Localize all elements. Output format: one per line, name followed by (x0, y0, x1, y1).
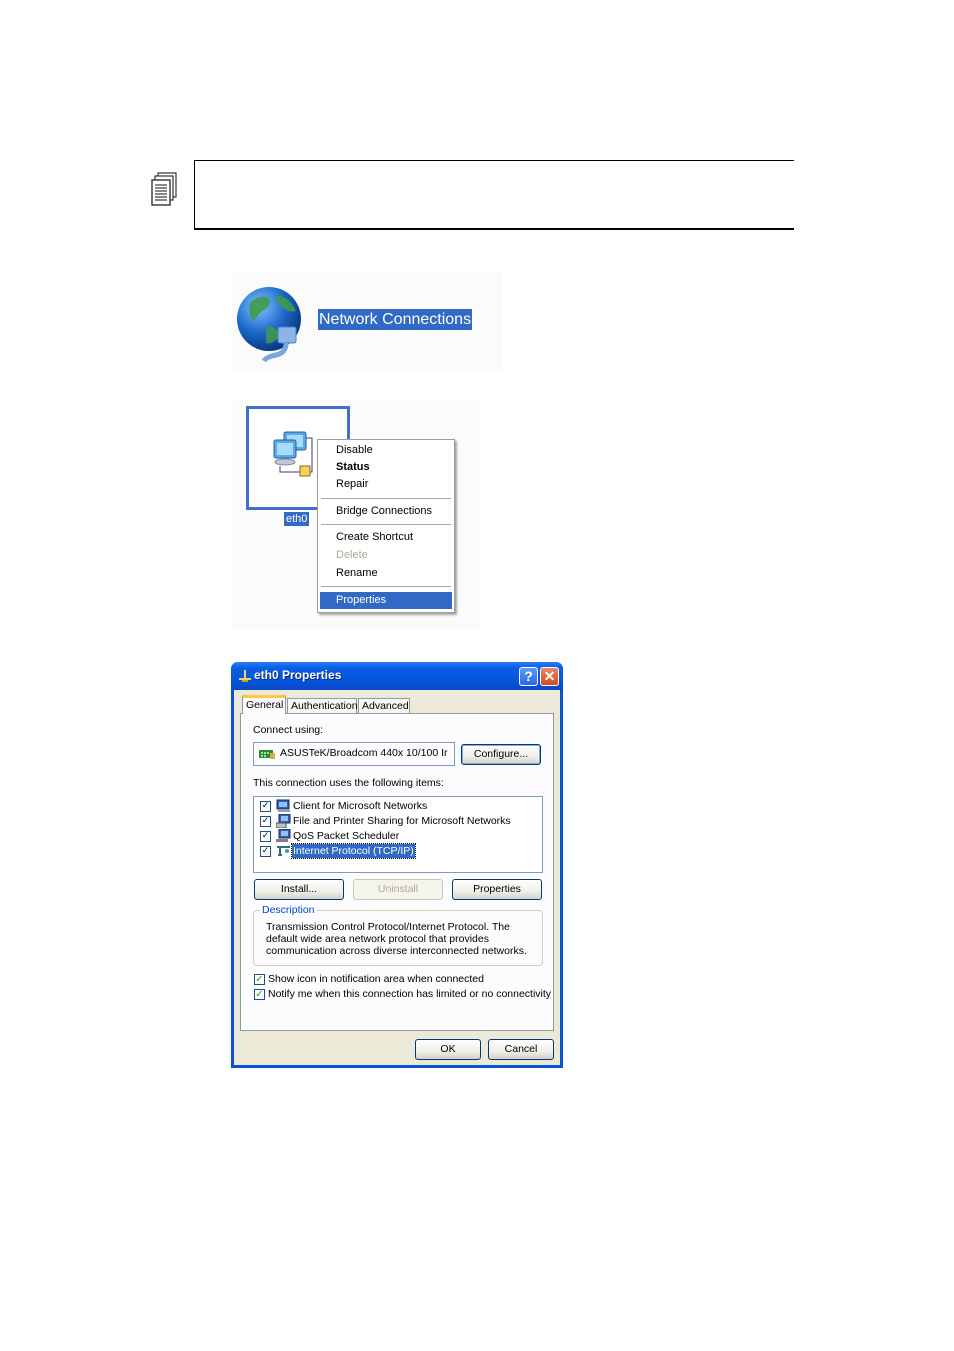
uninstall-button-label: Uninstall (377, 883, 419, 895)
menu-item-rename[interactable]: Rename (320, 565, 452, 582)
menu-item-bridge-connections[interactable]: Bridge Connections (320, 503, 452, 520)
eth0-properties-dialog: eth0 Properties ? ✕ General Authenticati… (231, 662, 563, 1068)
dialog-title-bar[interactable]: eth0 Properties ? ✕ (231, 662, 563, 690)
cancel-button[interactable]: Cancel (488, 1039, 554, 1060)
tcpip-protocol-icon (277, 846, 290, 856)
dialog-client-area: General Authentication Advanced Connect … (234, 690, 560, 1065)
configure-button-label: Configure... (473, 748, 529, 760)
item-label: QoS Packet Scheduler (293, 830, 400, 842)
notes-pages-icon (151, 172, 177, 206)
menu-separator (321, 524, 451, 525)
tab-general[interactable]: General (242, 695, 286, 714)
cancel-button-label: Cancel (504, 1043, 538, 1055)
items-label: This connection uses the following items… (253, 777, 444, 789)
menu-item-create-shortcut[interactable]: Create Shortcut (320, 529, 452, 546)
menu-item-disable[interactable]: Disable (320, 442, 452, 459)
item-label: File and Printer Sharing for Microsoft N… (293, 815, 511, 827)
install-button[interactable]: Install... (254, 879, 344, 900)
close-button[interactable]: ✕ (540, 667, 559, 686)
notify-label[interactable]: Notify me when this connection has limit… (268, 988, 551, 1000)
notify-checkbox[interactable]: ✓ (254, 989, 265, 1000)
network-plug-icon (239, 670, 251, 682)
show-icon-checkbox[interactable]: ✓ (254, 974, 265, 985)
menu-separator (321, 498, 451, 499)
connect-using-label: Connect using: (253, 724, 324, 736)
adapter-field: ASUSTeK/Broadcom 440x 10/100 Ir (253, 742, 455, 766)
menu-item-properties[interactable]: Properties (320, 592, 452, 609)
network-globe-icon[interactable] (236, 283, 310, 363)
network-card-icon (259, 750, 275, 759)
description-text: Transmission Control Protocol/Internet P… (266, 921, 527, 957)
show-icon-label[interactable]: Show icon in notification area when conn… (268, 973, 484, 985)
item-checkbox[interactable]: ✓ (260, 816, 271, 827)
network-computers-icon[interactable] (270, 430, 322, 482)
menu-separator (321, 586, 451, 587)
item-label: Internet Protocol (TCP/IP) (291, 843, 416, 859)
general-tab-panel: Connect using: ASUSTeK/Broadcom 440x 10/… (240, 713, 554, 1031)
install-button-label: Install... (280, 883, 318, 895)
connection-name-label[interactable]: eth0 (284, 512, 310, 526)
properties-button[interactable]: Properties (452, 879, 542, 900)
note-box (194, 160, 794, 230)
item-checkbox[interactable]: ✓ (260, 801, 271, 812)
ok-button-label: OK (440, 1043, 456, 1055)
ok-button[interactable]: OK (415, 1039, 481, 1060)
properties-button-label: Properties (473, 883, 521, 895)
description-legend: Description (260, 904, 317, 916)
tab-advanced[interactable]: Advanced (358, 698, 410, 714)
menu-item-delete: Delete (336, 549, 368, 561)
item-checkbox[interactable]: ✓ (260, 846, 271, 857)
file-printer-sharing-icon (276, 814, 291, 828)
context-menu: Disable Status Repair Bridge Connections… (317, 439, 455, 613)
item-checkbox[interactable]: ✓ (260, 831, 271, 842)
qos-scheduler-icon (276, 829, 291, 842)
components-list[interactable]: ✓ Client for Microsoft Networks ✓ File a… (253, 796, 543, 873)
dialog-title: eth0 Properties (254, 668, 342, 682)
network-connections-label[interactable]: Network Connections (318, 309, 473, 330)
menu-item-status[interactable]: Status (320, 459, 452, 476)
uninstall-button: Uninstall (353, 879, 443, 900)
configure-button[interactable]: Configure... (461, 744, 541, 765)
client-network-icon (276, 799, 290, 812)
item-label: Client for Microsoft Networks (293, 800, 428, 812)
tab-authentication[interactable]: Authentication (287, 698, 358, 714)
help-button[interactable]: ? (519, 667, 538, 686)
description-group: Description Transmission Control Protoco… (253, 904, 543, 966)
adapter-name: ASUSTeK/Broadcom 440x 10/100 Ir (280, 747, 448, 759)
menu-item-repair[interactable]: Repair (320, 476, 452, 493)
